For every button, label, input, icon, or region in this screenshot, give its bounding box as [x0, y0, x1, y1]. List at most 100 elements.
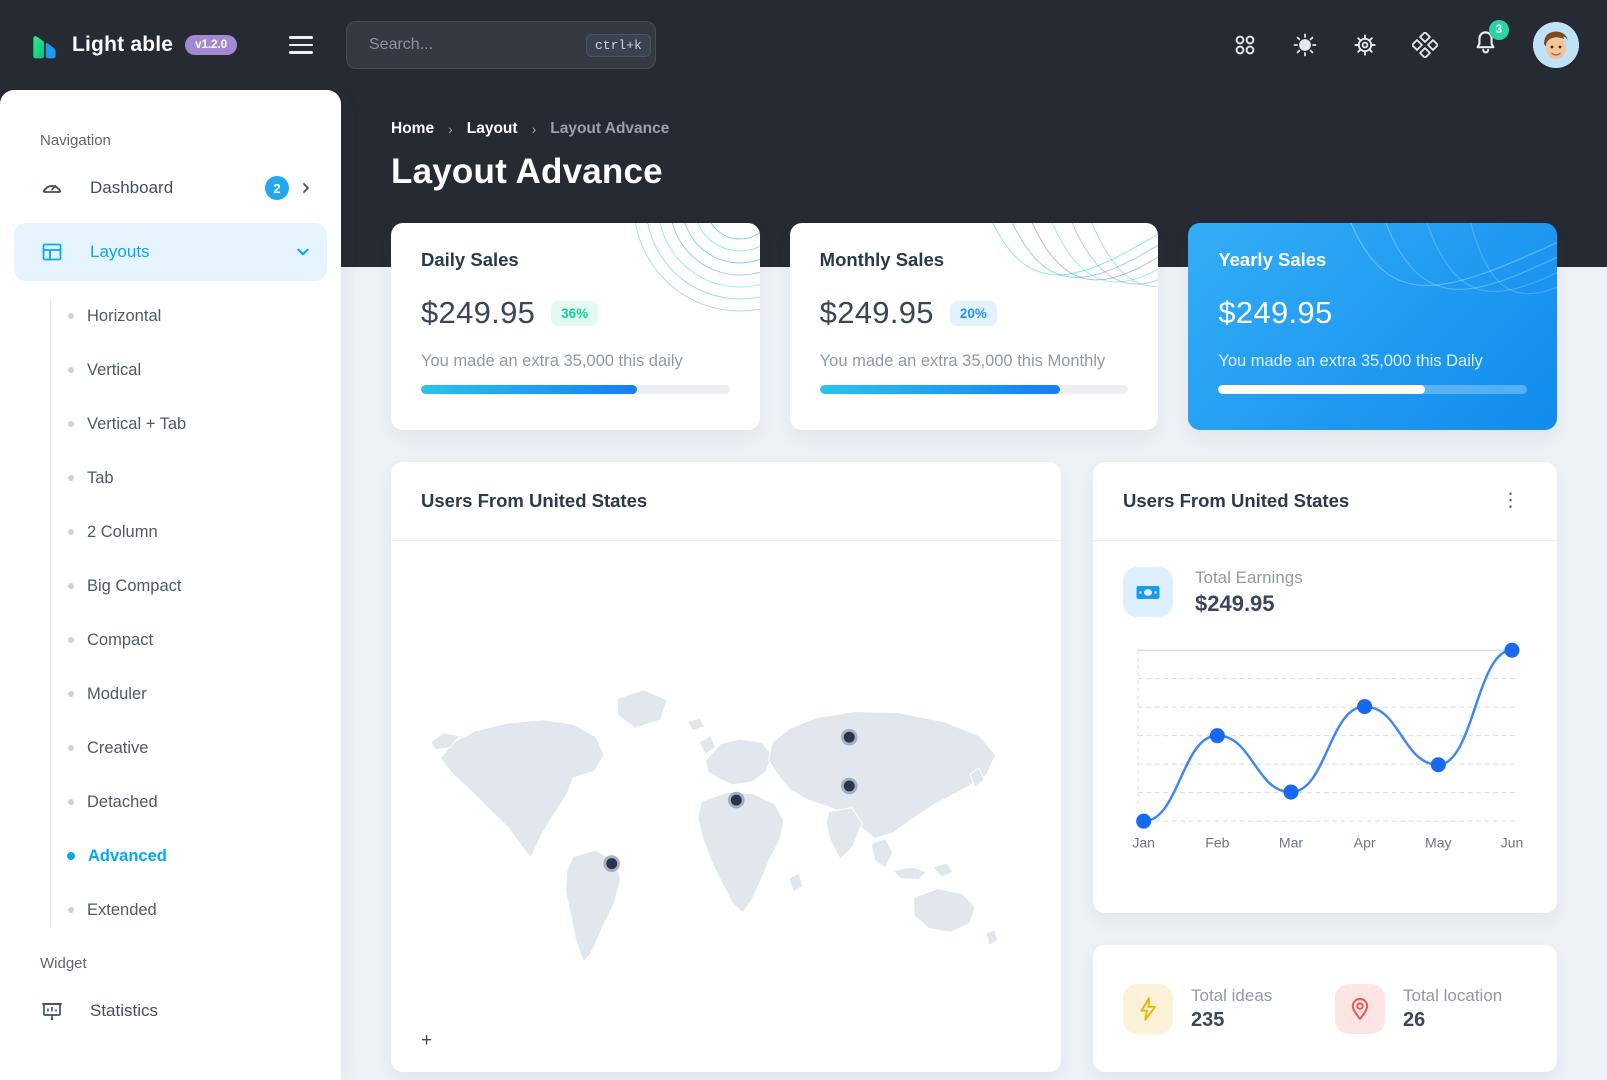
- sidebar-subitem-label: Compact: [87, 631, 153, 650]
- apps-grid-icon[interactable]: [1232, 32, 1258, 58]
- earnings-card-title: Users From United States: [1123, 490, 1349, 512]
- theme-sun-icon[interactable]: [1292, 32, 1318, 58]
- bullet-dot: [68, 529, 74, 535]
- sidebar-subitem-tab[interactable]: Tab: [0, 451, 341, 505]
- bullet-dot: [67, 852, 75, 860]
- sidebar-subitem-big-compact[interactable]: Big Compact: [0, 559, 341, 613]
- lightning-icon-box: [1123, 984, 1173, 1034]
- breadcrumb: Home › Layout › Layout Advance: [391, 120, 1557, 138]
- chevron-right-icon: [299, 181, 313, 195]
- bullet-dot: [68, 421, 74, 427]
- bullet-dot: [68, 907, 74, 913]
- svg-text:Mar: Mar: [1279, 834, 1304, 850]
- sidebar-subitem-extended[interactable]: Extended: [0, 883, 341, 937]
- version-badge: v1.2.0: [185, 35, 237, 55]
- main-content: Home › Layout › Layout Advance Layout Ad…: [341, 90, 1607, 1080]
- breadcrumb-home[interactable]: Home: [391, 120, 434, 138]
- bullet-dot: [68, 637, 74, 643]
- sidebar-subitem-creative[interactable]: Creative: [0, 721, 341, 775]
- breadcrumb-layout[interactable]: Layout: [467, 120, 518, 138]
- notifications-bell[interactable]: 3: [1472, 29, 1499, 61]
- stat-value: 235: [1191, 1009, 1272, 1032]
- stat-value: 26: [1403, 1009, 1502, 1032]
- lightning-icon: [1135, 996, 1161, 1022]
- integrations-diamonds-icon[interactable]: [1412, 32, 1438, 58]
- total-ideas-stat: Total ideas 235: [1123, 984, 1315, 1034]
- sales-note: You made an extra 35,000 this Monthly: [820, 352, 1129, 371]
- bullet-dot: [68, 475, 74, 481]
- sidebar-subitem-label: Horizontal: [87, 307, 161, 326]
- svg-text:Jan: Jan: [1132, 834, 1155, 850]
- sidebar-subitem-label: Big Compact: [87, 577, 181, 596]
- yearly-sales-card: Yearly Sales $249.95 You made an extra 3…: [1188, 223, 1557, 430]
- layouts-grid-icon: [40, 240, 64, 264]
- dashboard-gauge-icon: [40, 176, 64, 200]
- map-marker-brazil[interactable]: [603, 855, 620, 872]
- sidebar-subitem-2-column[interactable]: 2 Column: [0, 505, 341, 559]
- dashboard-count-badge: 2: [265, 176, 289, 200]
- progress-track: [421, 385, 730, 394]
- map-card-title: Users From United States: [421, 490, 647, 512]
- earnings-value: $249.95: [1195, 591, 1303, 617]
- svg-text:Jun: Jun: [1501, 834, 1524, 850]
- search-bar[interactable]: ctrl+k: [346, 21, 656, 69]
- brand-name: Light able: [72, 33, 173, 57]
- map-zoom-in-button[interactable]: +: [421, 1031, 432, 1050]
- page-title: Layout Advance: [391, 152, 1557, 192]
- totals-card: Total ideas 235 Total location 26: [1093, 945, 1557, 1072]
- earnings-chart-card: Users From United States ⋮: [1093, 462, 1557, 913]
- nav-section-caption: Navigation: [0, 118, 341, 159]
- brand-logo-icon: [28, 29, 60, 61]
- map-pin-icon: [1347, 996, 1373, 1022]
- card-title: Monthly Sales: [820, 249, 1129, 271]
- banknote-icon: [1134, 578, 1162, 606]
- sales-amount: $249.95: [421, 295, 535, 331]
- stat-label: Total location: [1403, 986, 1502, 1006]
- sidebar-subitem-vertical[interactable]: Vertical: [0, 343, 341, 397]
- progress-fill: [421, 385, 637, 394]
- kebab-menu-icon[interactable]: ⋮: [1495, 492, 1527, 510]
- sales-note: You made an extra 35,000 this Daily: [1218, 352, 1527, 371]
- sidebar-subitem-advanced[interactable]: Advanced: [0, 829, 341, 883]
- sidebar-subitem-label: Vertical: [87, 361, 141, 380]
- progress-track: [820, 385, 1129, 394]
- sidebar-subitem-vertical-tab[interactable]: Vertical + Tab: [0, 397, 341, 451]
- settings-gear-icon[interactable]: [1352, 32, 1378, 58]
- sidebar-subitem-label: Detached: [87, 793, 158, 812]
- bullet-dot: [68, 691, 74, 697]
- avatar-face-icon: [1533, 22, 1579, 68]
- hamburger-menu-icon[interactable]: [278, 22, 324, 68]
- sidebar-subitem-label: 2 Column: [87, 523, 158, 542]
- sidebar-subitem-moduler[interactable]: Moduler: [0, 667, 341, 721]
- percent-badge: 36%: [551, 301, 598, 326]
- user-avatar[interactable]: [1533, 22, 1579, 68]
- widget-section-caption: Widget: [0, 941, 341, 982]
- sales-note: You made an extra 35,000 this daily: [421, 352, 730, 371]
- keyboard-shortcut-hint: ctrl+k: [586, 34, 651, 57]
- sidebar-item-layouts[interactable]: Layouts: [14, 223, 327, 281]
- money-icon-box: [1123, 567, 1173, 617]
- bullet-dot: [68, 313, 74, 319]
- sidebar-item-label: Layouts: [90, 242, 295, 262]
- sidebar-subitem-detached[interactable]: Detached: [0, 775, 341, 829]
- svg-text:May: May: [1425, 834, 1453, 850]
- breadcrumb-separator: ›: [532, 121, 537, 137]
- notification-count-badge: 3: [1489, 20, 1509, 40]
- map-marker-china[interactable]: [841, 778, 858, 795]
- world-map[interactable]: +: [391, 541, 1061, 1072]
- stat-label: Total ideas: [1191, 986, 1272, 1006]
- statistics-board-icon: [40, 999, 64, 1023]
- svg-text:Apr: Apr: [1354, 834, 1376, 850]
- search-input[interactable]: [369, 36, 576, 54]
- percent-badge: 20%: [950, 301, 997, 326]
- sidebar-subitem-compact[interactable]: Compact: [0, 613, 341, 667]
- monthly-sales-card: Monthly Sales $249.95 20% You made an ex…: [790, 223, 1159, 430]
- brand[interactable]: Light able v1.2.0: [28, 29, 278, 61]
- sidebar-subitem-horizontal[interactable]: Horizontal: [0, 289, 341, 343]
- app-header: Light able v1.2.0 ctrl+k: [0, 0, 1607, 90]
- sidebar-item-dashboard[interactable]: Dashboard 2: [0, 159, 341, 217]
- map-marker-russia[interactable]: [841, 729, 858, 746]
- sidebar-item-statistics[interactable]: Statistics: [0, 982, 341, 1040]
- sales-amount: $249.95: [1218, 295, 1332, 331]
- map-marker-egypt[interactable]: [728, 792, 745, 809]
